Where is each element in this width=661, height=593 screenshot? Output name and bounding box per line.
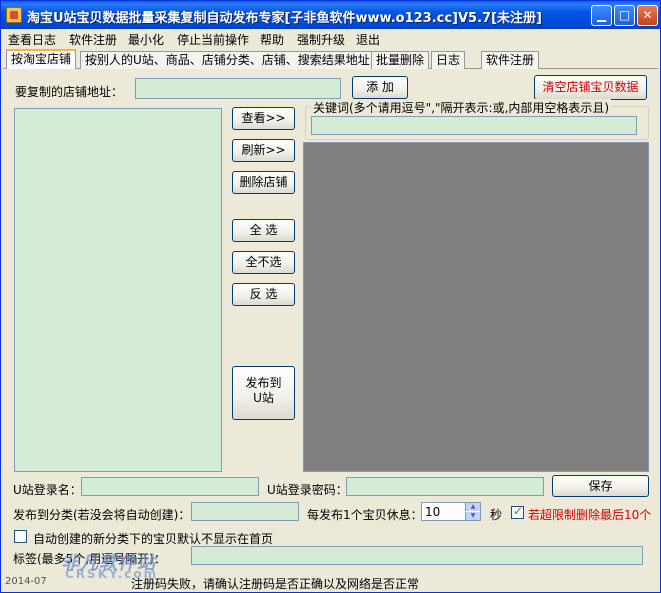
rest-seconds-stepper[interactable]: 10 ▲ ▼ — [421, 502, 481, 521]
tab-log[interactable]: 日志 — [431, 51, 466, 69]
close-button[interactable]: ✕ — [637, 5, 658, 26]
menu-register[interactable]: 软件注册 — [69, 31, 117, 48]
publish-button[interactable]: 发布到 U站 — [232, 366, 295, 420]
refresh-button[interactable]: 刷新>> — [232, 139, 295, 162]
menu-bar: 查看日志 软件注册 最小化 停止当前操作 帮助 强制升级 退出 — [1, 29, 660, 48]
menu-help[interactable]: 帮助 — [260, 31, 284, 48]
select-all-button[interactable]: 全 选 — [232, 219, 295, 242]
tab-panel: 要复制的店铺地址： 添 加 清空店铺宝贝数据 查看>> 刷新>> 删除店铺 全 … — [3, 69, 658, 476]
items-grid[interactable] — [303, 142, 649, 472]
invert-selection-button[interactable]: 反 选 — [232, 283, 295, 306]
add-button[interactable]: 添 加 — [352, 76, 408, 99]
tags-input[interactable] — [191, 546, 643, 565]
menu-stop[interactable]: 停止当前操作 — [177, 31, 249, 48]
rest-seconds-value: 10 — [425, 505, 441, 519]
menu-view-log[interactable]: 查看日志 — [8, 31, 56, 48]
minimize-icon: ▁ — [596, 8, 607, 22]
maximize-button[interactable]: □ — [614, 5, 635, 26]
close-icon: ✕ — [642, 8, 653, 22]
tab-register[interactable]: 软件注册 — [481, 51, 540, 69]
login-label: U站登录名： — [13, 483, 82, 497]
login-input[interactable] — [81, 477, 259, 496]
store-list[interactable] — [14, 108, 222, 472]
status-text: 注册码失败，请确认注册码是否正确以及网络是否正常 — [131, 577, 420, 591]
store-url-input[interactable] — [135, 78, 341, 99]
publish-label-line1: 发布到 — [245, 376, 282, 390]
tab-by-others-url[interactable]: 按别人的U站、商品、店铺分类、店铺、搜索结果地址 — [80, 51, 375, 69]
menu-exit[interactable]: 退出 — [356, 31, 380, 48]
tab-batch-delete[interactable]: 批量删除 — [371, 51, 430, 69]
clear-store-data-button[interactable]: 清空店铺宝贝数据 — [534, 75, 647, 100]
app-icon — [6, 7, 22, 23]
publish-label-line2: U站 — [253, 391, 274, 405]
password-input[interactable] — [346, 477, 544, 496]
limit-delete-label: 若超限制删除最后10个 — [528, 508, 652, 522]
seconds-label: 秒 — [490, 508, 503, 522]
limit-delete-checkbox[interactable] — [511, 504, 524, 519]
category-label: 发布到分类(若没会将自动创建)： — [13, 508, 191, 522]
store-url-label: 要复制的店铺地址： — [15, 85, 124, 99]
menu-force-upgrade[interactable]: 强制升级 — [297, 31, 345, 48]
spin-up-icon[interactable]: ▲ — [465, 503, 480, 511]
watermark-sub: CRSKY.com — [65, 567, 159, 581]
delete-store-button[interactable]: 删除店铺 — [232, 171, 295, 194]
rest-label: 每发布1个宝贝休息： — [307, 508, 423, 522]
maximize-icon: □ — [618, 8, 631, 22]
app-window: 淘宝U站宝贝数据批量采集复制自动发布专家[子非鱼软件www.o123.cc]V5… — [0, 0, 661, 593]
timestamp: 2014-07 — [5, 576, 47, 587]
keyword-group-label: 关键词(多个请用逗号","隔开表示:或,内部用空格表示且) — [311, 99, 612, 116]
hide-new-category-checkbox[interactable] — [14, 530, 27, 543]
select-none-button[interactable]: 全不选 — [232, 251, 295, 274]
hide-new-category-label: 自动创建的新分类下的宝贝默认不显示在首页 — [33, 532, 274, 546]
category-input[interactable] — [191, 502, 299, 521]
minimize-button[interactable]: ▁ — [591, 5, 612, 26]
save-button[interactable]: 保存 — [552, 475, 649, 497]
tab-by-store[interactable]: 按淘宝店铺 — [6, 49, 77, 70]
title-bar[interactable]: 淘宝U站宝贝数据批量采集复制自动发布专家[子非鱼软件www.o123.cc]V5… — [1, 1, 660, 29]
tab-strip: 按淘宝店铺 按别人的U站、商品、店铺分类、店铺、搜索结果地址 批量删除 日志 软… — [3, 49, 658, 70]
keyword-input[interactable] — [311, 116, 637, 135]
menu-minimize[interactable]: 最小化 — [128, 31, 164, 48]
view-button[interactable]: 查看>> — [232, 107, 295, 130]
window-title: 淘宝U站宝贝数据批量采集复制自动发布专家[子非鱼软件www.o123.cc]V5… — [27, 11, 542, 26]
spin-down-icon[interactable]: ▼ — [465, 512, 480, 520]
password-label: U站登录密码： — [267, 483, 348, 497]
